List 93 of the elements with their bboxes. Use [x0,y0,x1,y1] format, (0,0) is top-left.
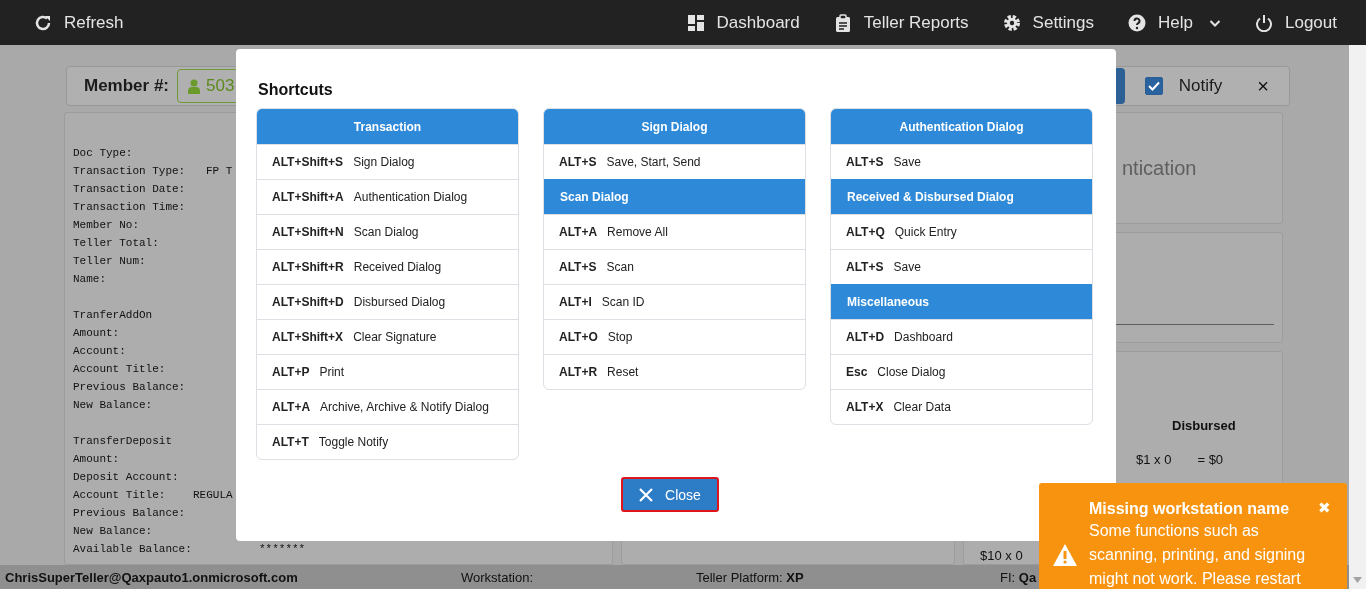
shortcut-keys: ALT+O [559,330,598,344]
section-header: Miscellaneous [831,284,1092,319]
receipt-label: Account: [73,344,127,359]
shortcut-action: Archive, Archive & Notify Dialog [320,400,489,414]
nav-link[interactable]: Help [1111,0,1238,45]
shortcut-action: Close Dialog [877,365,946,379]
notify-label: Notify [1178,76,1223,96]
receipt-label: Account Title: [73,362,167,377]
shortcut-keys: ALT+D [846,330,885,344]
platform-label: Teller Platform: XP [696,569,804,585]
shortcut-action: Scan [606,260,634,274]
receipt-label: Amount: [73,452,121,467]
section-header: Scan Dialog [544,179,805,214]
receipt-label: Transaction Date: [73,182,187,197]
receipt-label: TranferAddOn [73,308,154,323]
refresh-link[interactable]: Refresh [18,0,140,45]
toast-title: Missing workstation name [1089,499,1290,519]
receipt-label: Teller Num: [73,254,147,269]
shortcut-action: Sign Dialog [353,155,415,169]
auth-title: ntication [1122,156,1197,180]
shortcut-keys: ALT+S [559,260,597,274]
receipt-label: Available Balance: [73,542,193,557]
receipt-label: Member No: [73,218,140,233]
shortcut-keys: ALT+S [846,155,884,169]
section-header: Authentication Dialog [831,109,1092,144]
shortcut-keys: ALT+S [846,260,884,274]
receipt-value: FP T [206,164,233,179]
nav-link[interactable]: Logout [1238,0,1354,45]
shortcut-keys: ALT+A [272,400,311,414]
nav-link[interactable]: Teller Reports [816,0,986,45]
receipt-label: Doc Type: [73,146,134,161]
shortcut-keys: ALT+Shift+A [272,190,344,204]
receipt-label: New Balance: [73,398,154,413]
section-header: Transaction [257,109,518,144]
shortcut-keys: ALT+A [559,225,598,239]
nav-link[interactable]: Settings [985,0,1112,45]
receipt-label: Transaction Time: [73,200,187,215]
shortcut-action: Received Dialog [353,260,442,274]
receipt-value: ******* [259,542,306,557]
close-button[interactable]: Close [621,477,719,512]
shortcut-action: Dashboard [894,330,953,344]
shortcut-keys: ALT+S [559,155,597,169]
section-header: Sign Dialog [544,109,805,144]
cash-amount: $1 x 0 [1136,452,1172,467]
shortcut-keys: ALT+Shift+D [272,295,344,309]
receipt-label: Transaction Type: [73,164,187,179]
shortcut-keys: ALT+Q [846,225,885,239]
shortcut-action: Scan Dialog [353,225,419,239]
receipt-label: Teller Total: [73,236,160,251]
shortcut-action: Save, Start, Send [606,155,701,169]
cash-amount: $10 x 0 [980,548,1023,563]
dialog-title: Shortcuts [258,80,334,100]
shortcut-action: Authentication Dialog [353,190,468,204]
receipt-label: TransferDeposit [73,434,174,449]
shortcut-action: Remove All [607,225,668,239]
shortcut-keys: ALT+Shift+S [272,155,344,169]
toast-message: Some functions such as scanning, printing, and signing might not work. Please restart [1089,521,1307,589]
receipt-label: Amount: [73,326,121,341]
disbursed-heading: Disbursed [1172,418,1237,433]
shortcut-action: Clear Data [893,400,951,414]
shortcut-keys: ALT+I [559,295,592,309]
shortcut-action: Print [319,365,345,379]
receipt-label: Deposit Account: [73,470,180,485]
shortcut-action: Stop [607,330,633,344]
nav-link[interactable]: Dashboard [669,0,817,45]
receipt-label: Name: [73,272,107,287]
receipt-label: Previous Balance: [73,380,187,395]
close-icon[interactable]: × [1257,74,1269,98]
receipt-label: Previous Balance: [73,506,187,521]
section-header: Received & Disbursed Dialog [831,179,1092,214]
user-email: ChrisSuperTeller@Qaxpauto1.onmicrosoft.com [5,569,298,585]
shortcut-keys: ALT+R [559,365,598,379]
cash-total: = $0 [1197,452,1224,467]
shortcut-keys: ALT+T [272,435,309,449]
shortcut-action: Toggle Notify [318,435,389,449]
shortcut-keys: Esc [846,365,868,379]
shortcut-action: Quick Entry [894,225,957,239]
shortcut-action: Save [893,260,921,274]
workstation-label: Workstation: [461,569,533,585]
shortcut-keys: ALT+Shift+X [272,330,344,344]
shortcut-keys: ALT+Shift+N [272,225,344,239]
receipt-label: New Balance: [73,524,154,539]
shortcut-action: Scan ID [601,295,645,309]
shortcut-keys: ALT+P [272,365,310,379]
fi-label: FI: Qa [1000,569,1037,585]
receipt-value: REGULA [193,488,233,503]
shortcut-action: Save [893,155,921,169]
member-label: Member #: [84,76,170,96]
shortcut-keys: ALT+X [846,400,884,414]
shortcut-keys: ALT+Shift+R [272,260,344,274]
shortcut-action: Reset [607,365,639,379]
shortcut-action: Disbursed Dialog [353,295,446,309]
shortcut-action: Clear Signature [353,330,437,344]
